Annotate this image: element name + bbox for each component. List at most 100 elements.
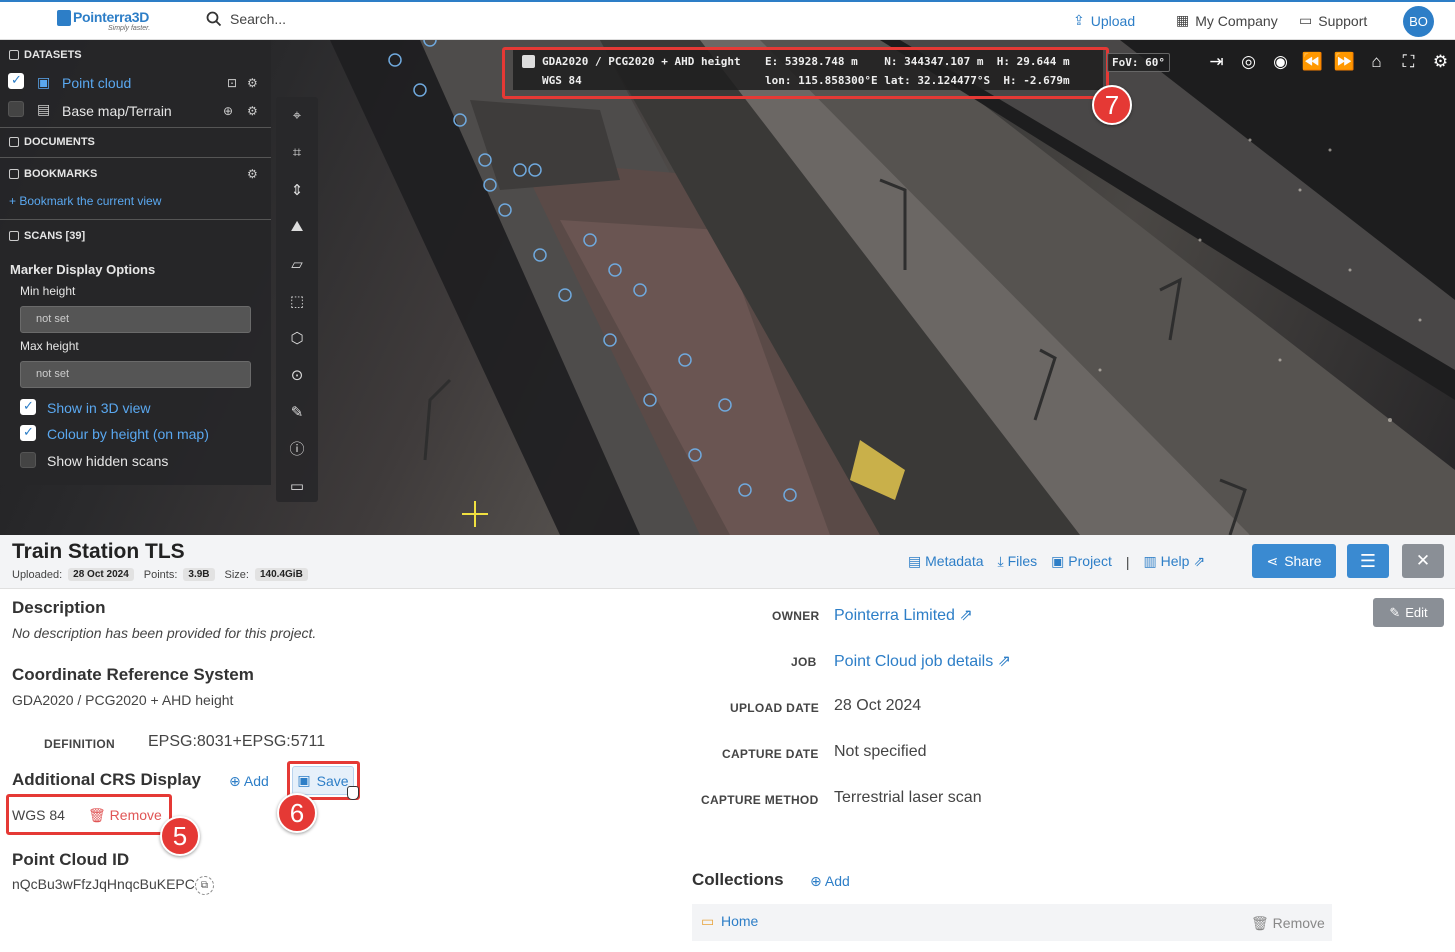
point-cloud-checkbox[interactable] [8, 72, 24, 89]
profile-icon[interactable]: ⛰ [276, 208, 318, 245]
upload-link[interactable]: ⇪ Upload [1073, 12, 1135, 29]
description-text: No description has been provided for thi… [12, 625, 317, 641]
files-label: Files [1007, 553, 1038, 569]
additional-crs-heading: Additional CRS Display [12, 770, 201, 789]
map-pin-icon[interactable]: ⊙ [276, 356, 318, 393]
callout-highlight-5 [6, 794, 172, 835]
max-height-label: Max height [20, 339, 79, 353]
gear-icon[interactable]: ⚙ [247, 104, 258, 118]
settings-icon[interactable]: ⚙ [1429, 52, 1452, 72]
max-height-input[interactable]: not set [20, 361, 251, 388]
fullscreen-icon[interactable]: ⛶ [1397, 52, 1420, 72]
datasets-section-header[interactable]: DATASETS [9, 49, 82, 61]
size-value: 140.4GiB [255, 568, 308, 581]
fast-forward-icon[interactable]: ⏩ [1333, 52, 1356, 72]
copy-icon[interactable]: ⧉ [195, 876, 214, 895]
book-icon: ▥ [1143, 553, 1157, 569]
point-cloud-id-value: nQcBu3wFfzJqHnqcBuKEPC [12, 876, 195, 892]
add-crs-button[interactable]: ⊕ Add [229, 773, 269, 790]
share-icon: ⋖ [1266, 552, 1279, 569]
add-collection-button[interactable]: ⊕ Add [810, 873, 850, 890]
my-company-link[interactable]: ▦ My Company [1176, 12, 1278, 29]
gear-icon[interactable]: ⚙ [247, 167, 258, 181]
volume-icon[interactable]: ⬡ [276, 319, 318, 356]
help-link[interactable]: ▥ Help ⇗ [1144, 553, 1206, 570]
expand-icon [9, 137, 19, 147]
external-link-icon: ⇗ [997, 653, 1012, 670]
bookmark-current-view-link[interactable]: + Bookmark the current view [9, 194, 161, 208]
project-header: Train Station TLS Uploaded: 28 Oct 2024 … [0, 535, 1455, 589]
show-hidden-scans-label[interactable]: Show hidden scans [47, 453, 168, 469]
dataset-point-cloud-label[interactable]: Point cloud [62, 75, 131, 91]
show-hidden-scans-checkbox[interactable] [20, 452, 36, 468]
files-link[interactable]: ⤓ Files [998, 553, 1038, 570]
bookmarks-section-header[interactable]: BOOKMARKS [9, 168, 97, 180]
focus-icon[interactable]: ⊡ [227, 76, 237, 90]
point-tool-icon[interactable]: ⌖ [276, 97, 318, 134]
owner-label: OWNER [772, 609, 820, 623]
video-camera-icon[interactable]: ▭ [276, 467, 318, 504]
info-icon[interactable]: ⓘ [276, 430, 318, 467]
edit-label: Edit [1405, 605, 1428, 620]
rewind-icon[interactable]: ⏪ [1301, 52, 1324, 72]
eye-icon[interactable]: ◉ [1269, 52, 1292, 72]
points-value: 3.9B [183, 568, 215, 581]
gear-icon[interactable]: ⚙ [247, 76, 258, 90]
menu-button[interactable]: ☰ [1347, 544, 1389, 578]
crop-icon[interactable]: ⌗ [276, 134, 318, 171]
top-navigation-bar: Pointerra3D Simply faster. Search... ⇪ U… [0, 0, 1455, 40]
search-box[interactable]: Search... [206, 11, 286, 27]
min-height-label: Min height [20, 284, 76, 298]
point-cloud-viewer[interactable]: DATASETS ▣ Point cloud ⊡ ⚙ ▤ Base map/Te… [0, 40, 1455, 535]
uploaded-label: Uploaded: [12, 568, 63, 581]
close-button[interactable]: ✕ [1402, 544, 1444, 578]
edit-button[interactable]: ✎ Edit [1373, 598, 1444, 627]
remove-collection-button[interactable]: 🗑 Remove [1251, 915, 1325, 932]
share-button[interactable]: ⋖ Share [1252, 544, 1336, 578]
point-cloud-id-heading: Point Cloud ID [12, 850, 130, 869]
home-icon[interactable]: ⌂ [1365, 52, 1388, 72]
dataset-base-map-label[interactable]: Base map/Terrain [62, 103, 172, 119]
project-link[interactable]: ▣ Project [1051, 553, 1112, 570]
collapse-icon [9, 169, 19, 179]
sign-in-icon[interactable]: ⇥ [1205, 52, 1228, 72]
marker-options-title: Marker Display Options [10, 262, 156, 277]
scans-section-header[interactable]: SCANS [39] [9, 230, 85, 242]
colour-by-height-label[interactable]: Colour by height (on map) [47, 426, 209, 442]
uploaded-value: 28 Oct 2024 [68, 568, 134, 581]
project-links: ▤ Metadata ⤓ Files ▣ Project | ▥ Help ⇗ [908, 553, 1205, 570]
project-meta: Uploaded: 28 Oct 2024 Points: 3.9B Size:… [12, 568, 308, 581]
user-avatar[interactable]: BO [1403, 6, 1434, 37]
owner-value: Pointerra Limited [834, 607, 955, 624]
collection-row: ▭ Home 🗑 Remove [692, 904, 1332, 941]
callout-highlight-7 [502, 47, 1109, 99]
height-icon[interactable]: ⇕ [276, 171, 318, 208]
support-link[interactable]: ▭ Support [1299, 12, 1367, 29]
job-link[interactable]: Point Cloud job details ⇗ [834, 651, 1011, 671]
bookmarks-title: BOOKMARKS [24, 168, 98, 180]
ruler-icon[interactable]: ▱ [276, 245, 318, 282]
documents-section-header[interactable]: DOCUMENTS [9, 136, 95, 148]
search-input[interactable]: Search... [230, 11, 286, 27]
base-map-checkbox[interactable] [8, 101, 24, 117]
callout-badge-7: 7 [1092, 85, 1132, 125]
size-label: Size: [224, 568, 249, 581]
owner-link[interactable]: Pointerra Limited ⇗ [834, 605, 973, 625]
area-icon[interactable]: ⬚ [276, 282, 318, 319]
callout-badge-5: 5 [160, 816, 200, 856]
collection-home-link[interactable]: Home [721, 913, 758, 929]
show-in-3d-checkbox[interactable] [20, 398, 36, 415]
min-height-input[interactable]: not set [20, 306, 251, 333]
collapse-icon [9, 50, 19, 60]
compass-icon[interactable]: ◎ [1237, 52, 1260, 72]
download-icon: ⤓ [997, 553, 1004, 569]
add-crs-label: Add [243, 773, 269, 789]
plus-circle-icon: ⊕ [810, 873, 822, 889]
pencil-icon[interactable]: ✎ [276, 393, 318, 430]
hand-cursor-icon [347, 786, 359, 800]
add-collection-label: Add [824, 873, 850, 889]
show-in-3d-label[interactable]: Show in 3D view [47, 400, 151, 416]
colour-by-height-checkbox[interactable] [20, 424, 36, 441]
globe-icon[interactable]: ⊕ [223, 104, 233, 118]
metadata-link[interactable]: ▤ Metadata [908, 553, 984, 570]
